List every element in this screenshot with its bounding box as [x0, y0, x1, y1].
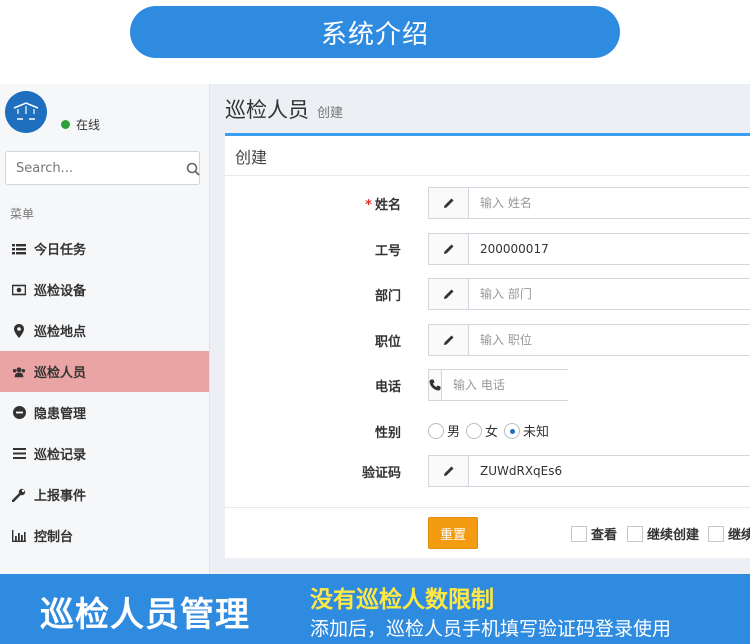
sidebar-item-label: 巡检设备	[34, 284, 87, 299]
banner-headline: 巡检人员管理	[40, 595, 250, 635]
sidebar-item-devices[interactable]: 巡检设备	[0, 269, 209, 310]
sidebar-search	[5, 151, 200, 185]
pencil-icon	[429, 456, 469, 486]
sidebar-item-label: 控制台	[34, 530, 74, 545]
wrench-icon	[12, 488, 26, 502]
search-input[interactable]	[16, 160, 186, 176]
sidebar-item-console[interactable]: 控制台	[0, 515, 209, 556]
sidebar-item-locations[interactable]: 巡检地点	[0, 310, 209, 351]
list-icon	[12, 447, 26, 461]
form-box-header: 创建	[225, 136, 750, 176]
name-input-group	[428, 187, 750, 219]
sidebar-item-inspectors[interactable]: 巡检人员	[0, 351, 209, 392]
create-form-box: 创建 *姓名 工号 部门	[225, 133, 750, 558]
form-row-gender: 性别 男 女 未知	[225, 415, 750, 447]
gender-radio-group: 男 女 未知	[428, 421, 555, 440]
employee-id-input-group	[428, 233, 750, 265]
main-content: 巡检人员 创建 创建 *姓名 工号 部	[211, 84, 750, 574]
sidebar-item-report-event[interactable]: 上报事件	[0, 474, 209, 515]
sidebar-item-label: 隐患管理	[34, 407, 87, 422]
sidebar-item-label: 上报事件	[34, 489, 87, 504]
online-dot-icon	[61, 120, 70, 129]
pencil-icon	[429, 234, 469, 264]
form-row-position: 职位	[225, 324, 750, 356]
avatar[interactable]	[5, 91, 47, 133]
pencil-icon	[429, 188, 469, 218]
minus-circle-icon	[12, 406, 26, 420]
phone-field[interactable]	[442, 370, 603, 400]
company-logo-icon	[5, 91, 47, 133]
name-label: * 姓名	[365, 198, 401, 213]
radio-circle[interactable]	[466, 422, 483, 439]
employee-id-field[interactable]	[469, 234, 750, 264]
form-footer-divider	[225, 507, 750, 508]
sidebar-item-label: 巡检地点	[34, 325, 87, 340]
gender-option-male[interactable]: 男	[428, 421, 460, 440]
department-input-group	[428, 278, 750, 310]
form-row-employee-id: 工号	[225, 233, 750, 265]
form-row-phone: 电话	[225, 369, 750, 401]
checkbox[interactable]	[571, 525, 587, 542]
search-icon[interactable]	[186, 161, 200, 176]
position-label: 职位	[374, 335, 401, 350]
name-field[interactable]	[469, 188, 750, 218]
radio-circle-selected[interactable]	[504, 422, 521, 439]
page-subtitle: 创建	[317, 106, 344, 121]
gender-option-female[interactable]: 女	[466, 421, 498, 440]
sidebar-menu: 今日任务 巡检设备 巡检地点 巡检人员 隐患管理 巡检记录 上报事件 控制台	[0, 228, 209, 556]
form-box-title: 创建	[235, 147, 268, 167]
page-title-text: 巡检人员	[225, 98, 309, 122]
sidebar-item-today-tasks[interactable]: 今日任务	[0, 228, 209, 269]
position-field[interactable]	[469, 325, 750, 355]
department-field[interactable]	[469, 279, 750, 309]
menu-header: 菜单	[10, 207, 35, 221]
sidebar-item-label: 巡检记录	[34, 448, 87, 463]
code-input-group	[428, 455, 750, 487]
app-window: 在线 菜单 今日任务 巡检设备 巡检地点 巡检人员	[0, 84, 750, 574]
users-icon	[12, 365, 26, 379]
pencil-icon	[429, 279, 469, 309]
check-view[interactable]: 查看	[571, 524, 617, 543]
sidebar-item-label: 巡检人员	[34, 366, 87, 381]
online-status: 在线	[61, 116, 100, 133]
radio-circle[interactable]	[428, 422, 444, 439]
phone-icon	[429, 370, 442, 400]
page-title: 巡检人员 创建	[225, 94, 343, 124]
bar-chart-icon	[12, 529, 26, 543]
online-status-label: 在线	[76, 118, 101, 132]
form-row-department: 部门	[225, 278, 750, 310]
required-marker: *	[365, 198, 372, 213]
banner-highlight: 没有巡检人数限制	[310, 587, 494, 613]
check-continue-create[interactable]: 继续创建	[627, 524, 699, 543]
position-input-group	[428, 324, 750, 356]
tasks-icon	[12, 242, 26, 256]
phone-label: 电话	[374, 380, 401, 395]
feature-banner: 巡检人员管理 没有巡检人数限制 添加后，巡检人员手机填写验证码登录使用	[0, 574, 750, 644]
sidebar-item-label: 今日任务	[34, 243, 87, 258]
pencil-icon	[429, 325, 469, 355]
code-field[interactable]	[469, 456, 750, 486]
code-label: 验证码	[361, 466, 401, 481]
gender-option-unknown[interactable]: 未知	[504, 421, 549, 440]
check-continue[interactable]: 继续	[708, 524, 750, 543]
phone-input-group	[428, 369, 603, 401]
sidebar-item-records[interactable]: 巡检记录	[0, 433, 209, 474]
system-intro-title: 系统介绍	[320, 19, 429, 50]
sidebar-item-hazards[interactable]: 隐患管理	[0, 392, 209, 433]
checkbox[interactable]	[708, 525, 724, 542]
reset-button[interactable]: 重置	[428, 517, 478, 549]
gender-label: 性别	[374, 426, 401, 441]
device-icon	[12, 283, 26, 297]
department-label: 部门	[374, 289, 401, 304]
form-row-name: * 姓名	[225, 187, 750, 219]
system-intro-banner: 系统介绍	[130, 6, 620, 58]
form-row-code: 验证码	[225, 455, 750, 487]
sidebar: 在线 菜单 今日任务 巡检设备 巡检地点 巡检人员	[0, 84, 210, 574]
employee-id-label: 工号	[374, 244, 401, 259]
location-pin-icon	[12, 323, 26, 338]
checkbox[interactable]	[627, 525, 643, 542]
banner-description: 添加后，巡检人员手机填写验证码登录使用	[310, 618, 672, 640]
